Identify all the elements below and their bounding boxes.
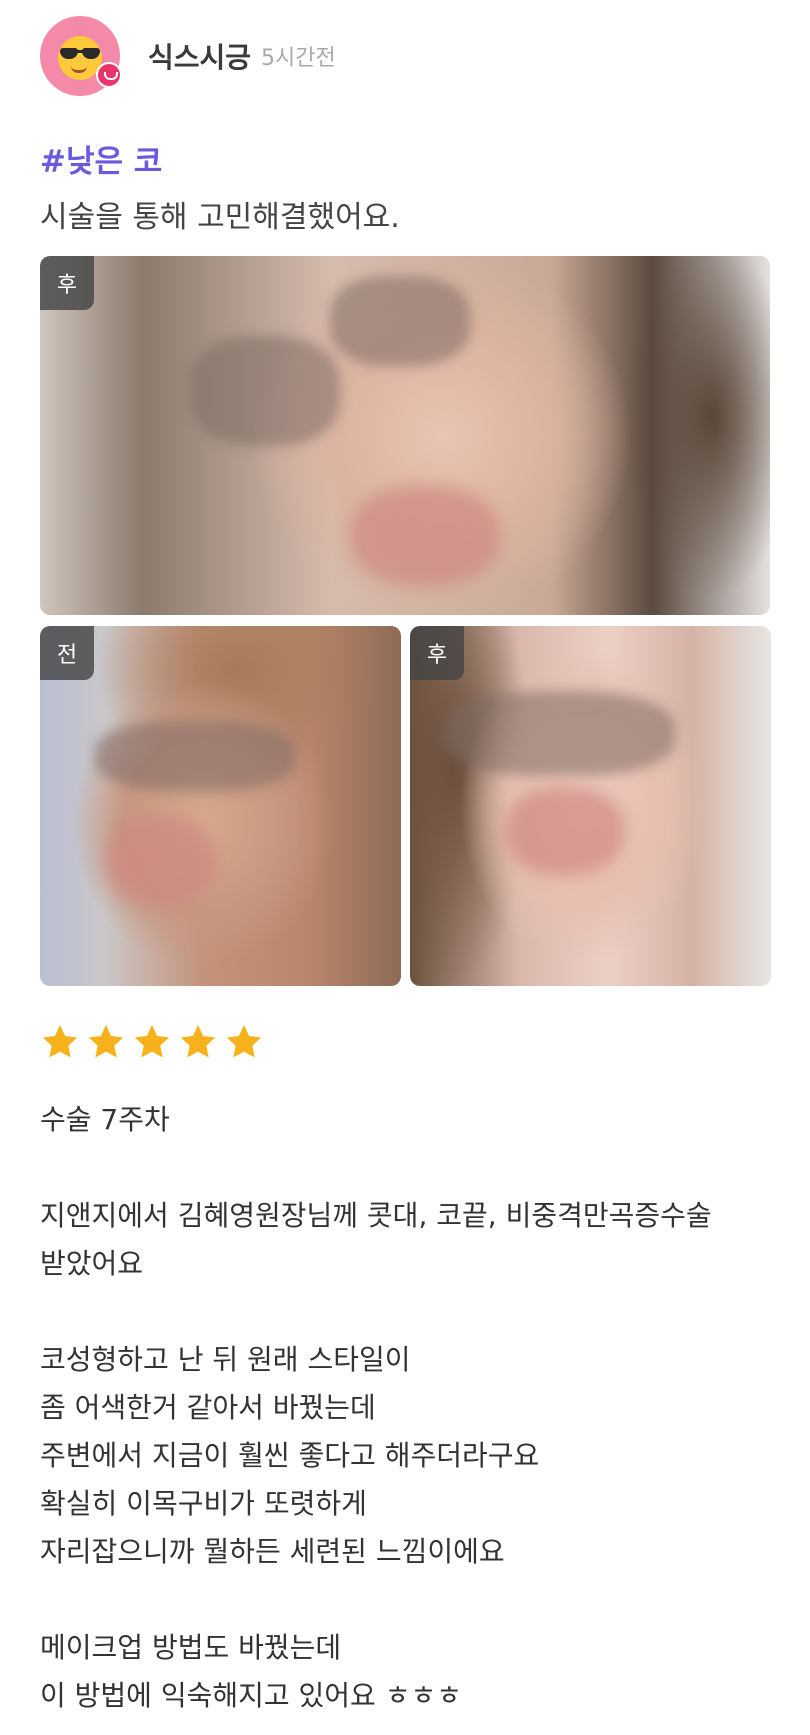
face-blur (330, 276, 470, 366)
star-icon (42, 1025, 78, 1058)
body-line: 수술 7주차 (40, 1103, 170, 1136)
after-label: 후 (410, 626, 464, 680)
post-time: 5시간전 (261, 46, 336, 71)
face-blur (105, 816, 215, 906)
face-blur (445, 691, 675, 776)
post-subtitle: 시술을 통해 고민해결했어요. (40, 200, 400, 235)
before-label: 전 (40, 626, 94, 680)
body-line: 받았어요 (40, 1247, 144, 1280)
face-blur (350, 486, 500, 586)
body-line: 주변에서 지금이 훨씬 좋다고 해주더라구요 (40, 1439, 540, 1472)
after-label: 후 (40, 256, 94, 310)
username[interactable]: 식스시긍 (148, 36, 251, 76)
post-body: 수술 7주차 지앤지에서 김혜영원장님께 콧대, 코끝, 비중격만곡증수술 받았… (40, 1096, 780, 1720)
sunglasses-icon (57, 48, 103, 60)
body-line: 좀 어색한거 같아서 바꿨는데 (40, 1391, 376, 1424)
user-avatar[interactable] (40, 16, 122, 96)
after-photo[interactable]: 후 (410, 626, 771, 986)
face-blur (505, 786, 625, 876)
face-blur (190, 336, 340, 446)
star-icon (134, 1025, 170, 1058)
body-line: 메이크업 방법도 바꿨는데 (40, 1631, 342, 1664)
body-line: 코성형하고 난 뒤 원래 스타일이 (40, 1343, 411, 1376)
after-photo-main[interactable]: 후 (40, 256, 770, 615)
star-icon (88, 1025, 124, 1058)
body-line: 지앤지에서 김혜영원장님께 콧대, 코끝, 비중격만곡증수술 (40, 1199, 712, 1232)
body-line: 이 방법에 익숙해지고 있어요 ㅎㅎㅎ (40, 1679, 463, 1712)
star-icon (226, 1025, 262, 1058)
post-header: 식스시긍 5시간전 (40, 16, 336, 96)
star-icon (180, 1025, 216, 1058)
body-line: 확실히 이목구비가 또렷하게 (40, 1487, 367, 1520)
body-line: 자리잡으니까 뭘하든 세련된 느낌이에요 (40, 1535, 505, 1568)
face-blur (95, 721, 295, 791)
star-rating (40, 1022, 264, 1062)
crown-badge-icon (96, 62, 122, 88)
before-photo[interactable]: 전 (40, 626, 401, 986)
hashtag-link[interactable]: #낮은 코 (40, 136, 162, 181)
